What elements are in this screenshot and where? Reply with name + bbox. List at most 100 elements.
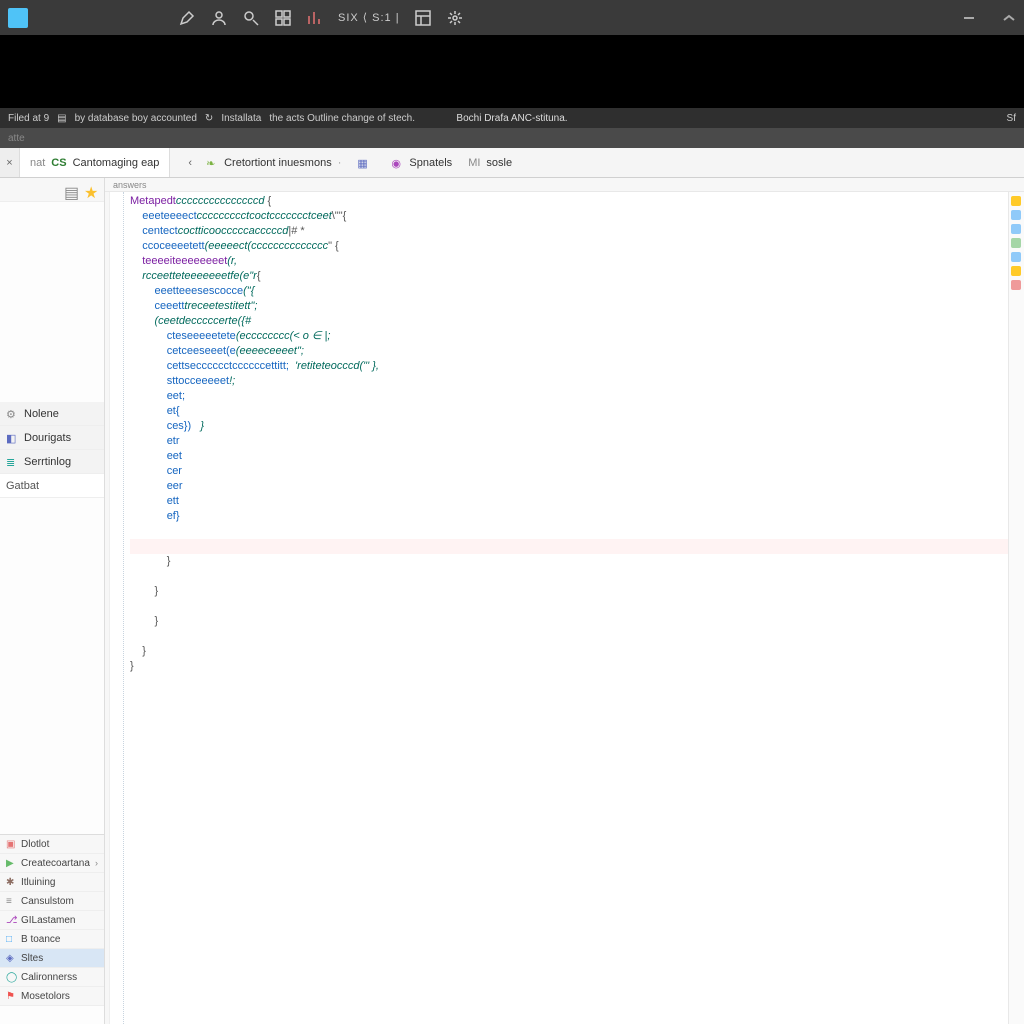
play-icon: ▶ [6, 858, 16, 868]
refresh-icon[interactable]: ↻ [205, 113, 213, 124]
code-line: teeeeiteeeeeeeet(r, [130, 254, 1008, 269]
layout-icon[interactable] [414, 9, 432, 27]
toolwindow-label: Sltes [21, 953, 43, 964]
grid-icon[interactable] [274, 9, 292, 27]
marker-error[interactable] [1011, 280, 1021, 290]
error-stripe [1008, 192, 1024, 1024]
tag-icon: ◈ [6, 953, 16, 963]
sidebar-panel-plain[interactable]: Gatbat [0, 474, 104, 498]
sidebar-panel-label: Nolene [24, 408, 59, 420]
editor: answers Metapedtcccccccccccccccd { eeete… [105, 178, 1024, 1024]
title-bar: SIX ⟨ S:1 | [0, 0, 1024, 35]
code-area[interactable]: Metapedtcccccccccccccccd { eeeteeeectccc… [124, 192, 1008, 1024]
fold-guide [110, 192, 124, 1024]
toolwindow-label: Itluining [21, 877, 55, 888]
toolwindow-dlotlot[interactable]: ▣Dlotlot [0, 835, 104, 854]
code-line: eeetteeesescocce("{ [130, 284, 1008, 299]
star-icon[interactable]: ★ [84, 183, 98, 197]
editor-header-label: answers [113, 180, 147, 190]
code-line: rcceetteteeeeeeetfe(e"r{ [130, 269, 1008, 284]
editor-body[interactable]: Metapedtcccccccccccccccd { eeeteeeectccc… [105, 192, 1024, 1024]
chevron-right-icon: › [95, 858, 98, 868]
code-line: cteseeeeetete(ecccccccc(< o ∈ |; [130, 329, 1008, 344]
code-line: sttocceeeeet!; [130, 374, 1008, 389]
toolwindow-b toance[interactable]: □ B toance [0, 930, 104, 949]
terminal-icon: ▣ [6, 839, 16, 849]
breadcrumb-3[interactable]: ◉ Spnatels [383, 148, 460, 177]
breadcrumb-1[interactable]: ❧ Cretortiont inuesmons · [198, 148, 349, 177]
toolwindow-itluining[interactable]: ✱Itluining [0, 873, 104, 892]
leaf-icon: ❧ [206, 157, 218, 169]
sidebar-panel-plain-label: Gatbat [6, 480, 39, 492]
chevron-icon: · [338, 157, 342, 169]
list-icon: ≡ [6, 896, 16, 906]
toolwindow-mosetolors[interactable]: ⚑ Mosetolors [0, 987, 104, 1006]
editor-tab[interactable]: nat CS Cantomaging eap [20, 148, 170, 177]
breadcrumb-2[interactable]: ▦ [349, 148, 383, 177]
app-icon [8, 8, 28, 28]
nav-back-button[interactable]: ‹ [182, 148, 198, 177]
code-line: } [130, 554, 1008, 569]
sidebar-panel-nolene[interactable]: ⚙ Nolene [0, 402, 104, 426]
toolwindow-label: B toance [21, 934, 60, 945]
search-icon[interactable] [242, 9, 260, 27]
toolwindow-gilastamen[interactable]: ⎇GILastamen [0, 911, 104, 930]
sidebar-panel-dourigats[interactable]: ◧ Dourigats [0, 426, 104, 450]
code-line: et{ [130, 404, 1008, 419]
gear-icon: ⚙ [6, 408, 18, 420]
code-line: ces}) } [130, 419, 1008, 434]
code-line: } [130, 644, 1008, 659]
menu-prefix: atte [8, 133, 25, 144]
subheader-text-b: by database boy accounted [75, 113, 197, 124]
sidebar-panel-serrtinlog[interactable]: ≣ Serrtinlog [0, 450, 104, 474]
marker-info[interactable] [1011, 224, 1021, 234]
marker-warning[interactable] [1011, 266, 1021, 276]
code-line: } [130, 584, 1008, 599]
subheader-center: Bochi Drafa ANC-stituna. [456, 113, 567, 124]
code-line: eer [130, 479, 1008, 494]
globe-icon: ◯ [6, 972, 16, 982]
code-line: centectcoctticoocccccacccccd|# * [130, 224, 1008, 239]
title-toolbar: SIX ⟨ S:1 | [178, 9, 464, 27]
breadcrumb-4[interactable]: MI sosle [460, 148, 520, 177]
edit-icon[interactable] [178, 9, 196, 27]
breadcrumb-1-label: Cretortiont inuesmons [224, 157, 332, 169]
window-controls [962, 11, 1016, 25]
toolwindow-label: Cansulstom [21, 896, 74, 907]
toolwindow-cansulstom[interactable]: ≡ Cansulstom [0, 892, 104, 911]
cube-icon: ◧ [6, 432, 18, 444]
breadcrumb-4-badge: MI [468, 157, 480, 169]
header-band [0, 35, 1024, 108]
toolwindow-label: Mosetolors [21, 991, 70, 1002]
tab-close-button[interactable]: × [0, 148, 20, 177]
subheader-text-d: the acts Outline change of stech. [269, 113, 415, 124]
chart-icon[interactable] [306, 9, 324, 27]
minimize-button[interactable] [962, 11, 976, 25]
settings-icon[interactable] [446, 9, 464, 27]
marker-warning[interactable] [1011, 196, 1021, 206]
marker-info[interactable] [1011, 252, 1021, 262]
db-icon: ≣ [6, 456, 18, 468]
maximize-button[interactable] [1002, 11, 1016, 25]
structure-icon[interactable]: ▤ [64, 183, 78, 197]
marker-info[interactable] [1011, 210, 1021, 220]
sidebar-panel-label: Dourigats [24, 432, 71, 444]
tab-prefix: nat [30, 157, 45, 169]
subheader-text-a: Filed at 9 [8, 113, 49, 124]
flag-icon: ⚑ [6, 991, 16, 1001]
code-line: eeeteeeectccccccccctcoctccccccctceet\""{ [130, 209, 1008, 224]
code-line: ef} [130, 509, 1008, 524]
toolwindow-createcoartana[interactable]: ▶ Createcoartana › [0, 854, 104, 873]
toolwindow-calironnerss[interactable]: ◯Calironnerss [0, 968, 104, 987]
box-icon: □ [6, 934, 16, 944]
code-line: } [130, 659, 1008, 674]
toolwindow-sltes[interactable]: ◈ Sltes [0, 949, 104, 968]
marker-ok[interactable] [1011, 238, 1021, 248]
user-icon[interactable] [210, 9, 228, 27]
subheader-right[interactable]: Sf [1007, 113, 1016, 124]
toolwindow-label: Createcoartana [21, 858, 90, 869]
code-line: cettsecccccctccccccettitt; 'retiteteoccc… [130, 359, 1008, 374]
breadcrumb-4-label: sosle [486, 157, 512, 169]
code-line [130, 629, 1008, 644]
sidebar-panel-label: Serrtinlog [24, 456, 71, 468]
